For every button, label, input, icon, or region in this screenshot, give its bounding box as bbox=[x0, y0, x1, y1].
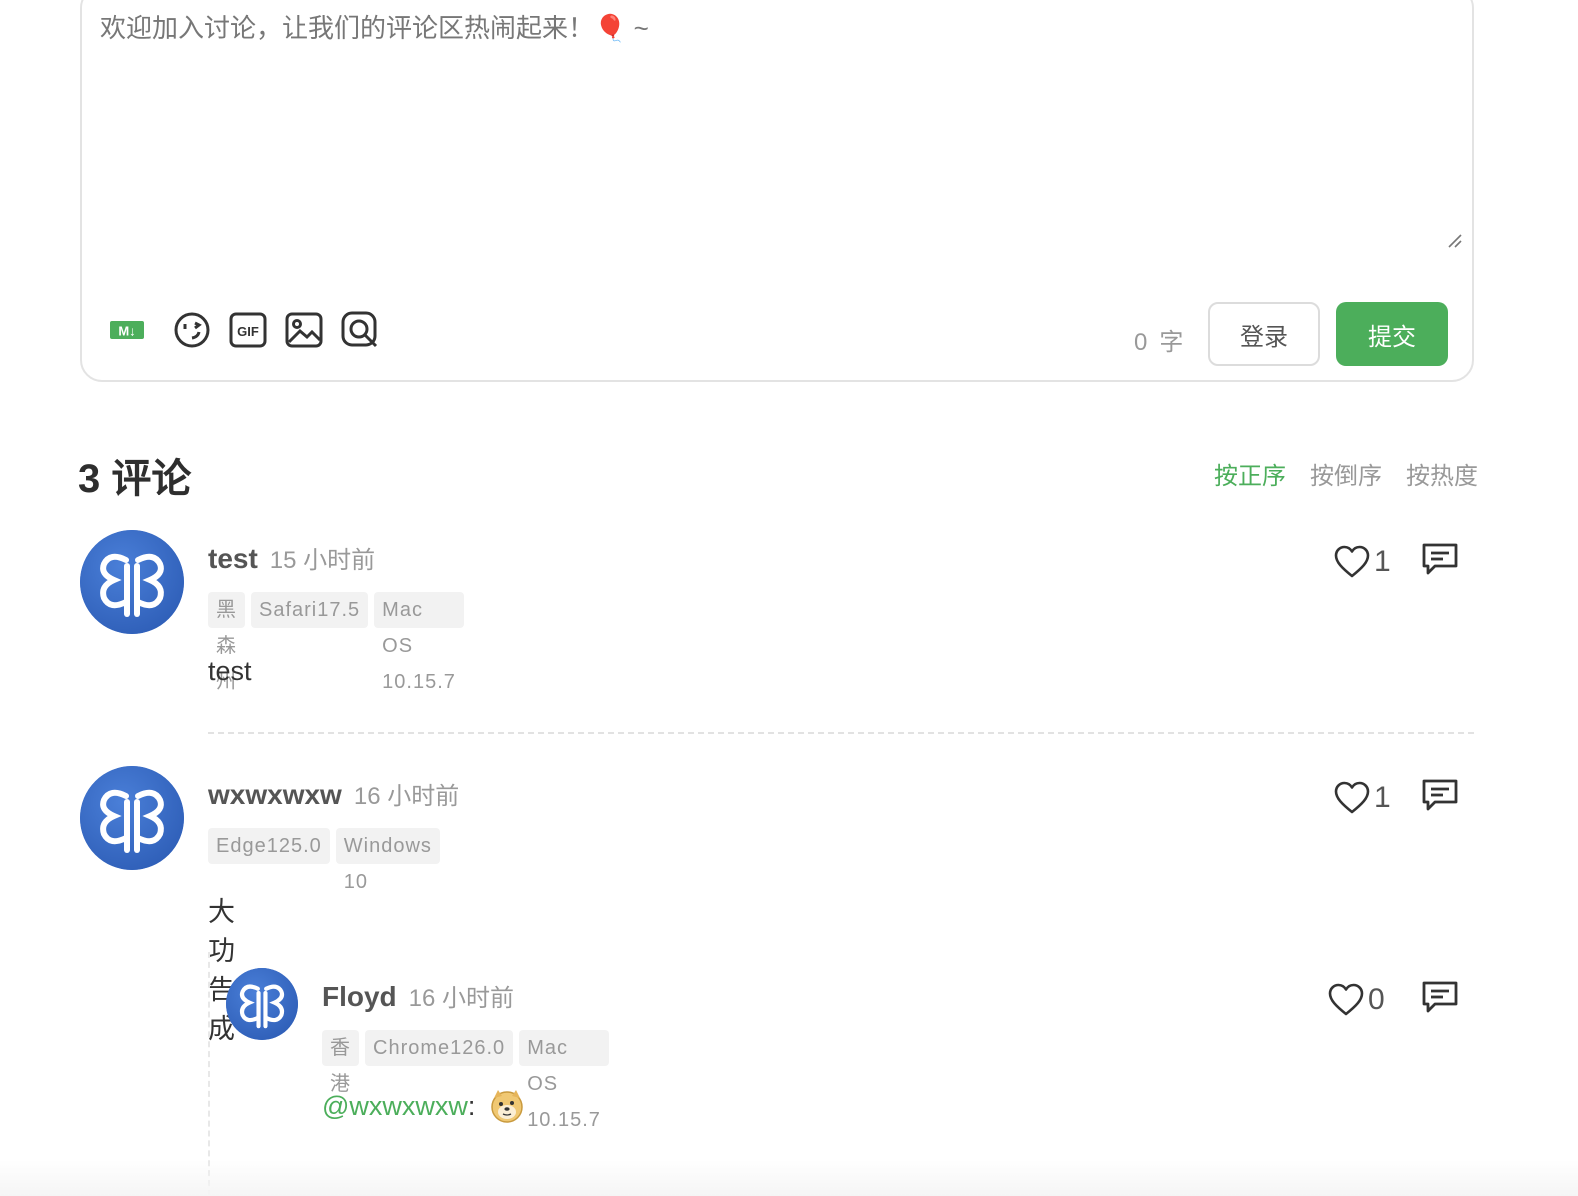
sort-hot[interactable]: 按热度 bbox=[1406, 456, 1478, 491]
heart-icon bbox=[1334, 545, 1370, 577]
like-button[interactable]: 1 bbox=[1334, 781, 1391, 815]
word-count: 0 bbox=[1134, 329, 1150, 356]
comment-nick[interactable]: Floyd bbox=[322, 981, 397, 1012]
editor-toolbar: M↓ GIF bbox=[108, 310, 428, 358]
comment-nick[interactable]: test bbox=[208, 543, 258, 574]
comment-actions: 1 bbox=[1334, 542, 1459, 581]
like-button[interactable]: 1 bbox=[1334, 545, 1391, 579]
submit-button[interactable]: 提交 bbox=[1336, 302, 1448, 366]
preview-icon[interactable] bbox=[340, 310, 380, 350]
mention-link[interactable]: @wxwxwxw bbox=[322, 1091, 468, 1122]
heart-icon bbox=[1334, 781, 1370, 813]
tag-browser: Safari17.5 bbox=[251, 592, 369, 628]
comment-content: @wxwxwxw: bbox=[322, 1088, 525, 1124]
word-unit: 字 bbox=[1159, 329, 1186, 356]
like-count: 0 bbox=[1368, 982, 1385, 1016]
emoji-icon[interactable] bbox=[172, 310, 212, 350]
comment-actions: 0 bbox=[1328, 980, 1459, 1019]
avatar bbox=[80, 766, 184, 870]
sort-desc[interactable]: 按倒序 bbox=[1310, 456, 1382, 491]
reply-button[interactable] bbox=[1421, 980, 1459, 1019]
editor-placeholder-tail: ~ bbox=[626, 13, 649, 43]
content-suffix: : bbox=[467, 1090, 476, 1121]
avatar bbox=[226, 968, 298, 1040]
comment-tags: Edge125.0 Windows 10 bbox=[208, 828, 440, 893]
word-counter: 0字 bbox=[1134, 322, 1185, 357]
reply-icon bbox=[1422, 779, 1458, 811]
svg-text:GIF: GIF bbox=[237, 324, 259, 339]
tag-os: Mac OS 10.15.7 bbox=[519, 1030, 609, 1131]
butterfly-logo-icon bbox=[80, 766, 184, 870]
comment-time: 15 小时前 bbox=[269, 547, 376, 574]
butterfly-logo-icon bbox=[80, 530, 184, 634]
comment-meta: test 15 小时前 bbox=[208, 540, 375, 575]
gif-icon[interactable]: GIF bbox=[228, 310, 268, 350]
avatar bbox=[80, 530, 184, 634]
like-count: 1 bbox=[1374, 780, 1391, 814]
comment-content: test bbox=[208, 656, 252, 686]
tag-os: Windows 10 bbox=[335, 828, 440, 893]
svg-text:M↓: M↓ bbox=[118, 324, 135, 339]
comment-meta: Floyd 16 小时前 bbox=[322, 978, 514, 1013]
bottom-fade bbox=[0, 1160, 1578, 1196]
resize-handle-icon[interactable] bbox=[1446, 232, 1464, 250]
doge-emoji bbox=[491, 1090, 524, 1123]
tag-browser: Chrome126.0 bbox=[365, 1030, 514, 1066]
tag-os: Mac OS 10.15.7 bbox=[374, 592, 464, 693]
markdown-icon[interactable]: M↓ bbox=[108, 310, 148, 350]
comment-tags: 香港 Chrome126.0 Mac OS 10.15.7 bbox=[322, 1030, 609, 1131]
image-icon[interactable] bbox=[284, 310, 324, 350]
login-button[interactable]: 登录 bbox=[1208, 302, 1320, 366]
reply-icon bbox=[1422, 981, 1458, 1013]
tag-location: 黑森州 bbox=[208, 592, 245, 693]
comment-actions: 1 bbox=[1334, 778, 1459, 817]
comment-count-title: 3 评论 bbox=[78, 457, 192, 501]
comment-meta: wxwxwxw 16 小时前 bbox=[208, 776, 459, 811]
like-count: 1 bbox=[1374, 544, 1391, 578]
comment-time: 16 小时前 bbox=[408, 985, 515, 1012]
editor-placeholder: 欢迎加入讨论，让我们的评论区热闹起来！ bbox=[100, 13, 595, 43]
comment-divider bbox=[208, 732, 1474, 734]
heart-icon bbox=[1328, 983, 1364, 1015]
comment-textarea[interactable]: 欢迎加入讨论，让我们的评论区热闹起来！🎈 ~ bbox=[100, 4, 1454, 244]
sort-asc[interactable]: 按正序 bbox=[1214, 456, 1286, 491]
tag-browser: Edge125.0 bbox=[208, 828, 330, 864]
butterfly-logo-icon bbox=[226, 968, 298, 1040]
reply-icon bbox=[1422, 543, 1458, 575]
comment-nick[interactable]: wxwxwxw bbox=[208, 779, 342, 810]
balloon-emoji: 🎈 bbox=[594, 13, 627, 43]
reply-button[interactable] bbox=[1421, 542, 1459, 581]
comment-tags: 黑森州 Safari17.5 Mac OS 10.15.7 bbox=[208, 592, 464, 693]
tag-location: 香港 bbox=[322, 1030, 359, 1095]
sort-options: 按正序 按倒序 按热度 bbox=[1214, 456, 1478, 491]
like-button[interactable]: 0 bbox=[1328, 983, 1385, 1017]
comment-time: 16 小时前 bbox=[353, 783, 460, 810]
reply-button[interactable] bbox=[1421, 778, 1459, 817]
comment-editor-panel: 欢迎加入讨论，让我们的评论区热闹起来！🎈 ~ M↓ GIF 0 字 登录 提交 bbox=[80, 0, 1474, 382]
